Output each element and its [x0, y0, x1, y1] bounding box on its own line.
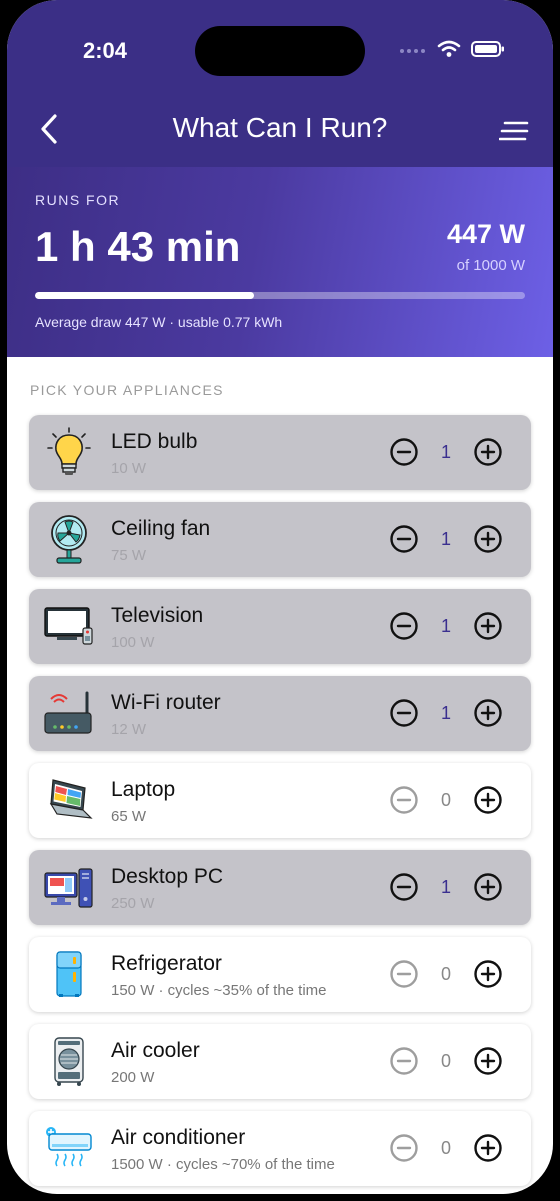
appliance-card-air-cooler[interactable]: Air cooler 200 W 0	[29, 1024, 531, 1099]
minus-circle-icon[interactable]	[389, 785, 419, 815]
appliance-watt: 1500 W · cycles ~70% of the time	[111, 1156, 335, 1173]
plus-circle-icon[interactable]	[473, 1046, 503, 1076]
menu-icon[interactable]	[499, 120, 529, 142]
appliance-list: LED bulb 10 W 1 Ceiling fan 75 W 1 Telev…	[29, 415, 531, 1194]
wifi-icon	[437, 40, 461, 57]
appliance-name: Desktop PC	[111, 865, 224, 888]
minus-circle-icon[interactable]	[389, 1046, 419, 1076]
quantity-stepper: 1	[389, 524, 503, 554]
runtime-value: 1 h 43 min	[35, 223, 241, 270]
runtime-summary-card: RUNS FOR 1 h 43 min 447 W of 1000 W Aver…	[7, 167, 553, 357]
plus-circle-icon[interactable]	[473, 698, 503, 728]
appliance-card-wifi-router[interactable]: Wi-Fi router 12 W 1	[29, 676, 531, 751]
plus-circle-icon[interactable]	[473, 611, 503, 641]
dynamic-island	[195, 26, 365, 76]
screen: 2:04 What Can I Run? RUNS FOR 1 h 43 min…	[7, 0, 553, 1194]
appliance-name: Television	[111, 604, 204, 627]
appliance-name: Wi-Fi router	[111, 691, 221, 714]
plus-circle-icon[interactable]	[473, 1133, 503, 1163]
appliance-watt: 200 W	[111, 1069, 155, 1086]
quantity-stepper: 0	[389, 959, 503, 989]
appliance-watt: 10 W	[111, 460, 147, 477]
quantity-value: 1	[440, 441, 451, 462]
runs-for-label: RUNS FOR	[35, 192, 121, 208]
page-title: What Can I Run?	[172, 112, 388, 143]
status-icons	[399, 40, 505, 58]
plus-circle-icon[interactable]	[473, 959, 503, 989]
battery-icon	[471, 41, 504, 57]
air-conditioner-icon	[46, 1127, 92, 1167]
appliance-watt: 75 W	[111, 547, 147, 564]
quantity-value: 1	[440, 528, 451, 549]
quantity-stepper: 1	[389, 698, 503, 728]
plus-circle-icon[interactable]	[473, 872, 503, 902]
fan-icon	[51, 515, 87, 564]
appliance-name: Air cooler	[111, 1039, 200, 1062]
app-header: 2:04 What Can I Run?	[7, 0, 553, 167]
minus-circle-icon[interactable]	[389, 959, 419, 989]
refrigerator-icon	[56, 951, 82, 997]
quantity-stepper: 1	[389, 872, 503, 902]
quantity-stepper: 1	[389, 437, 503, 467]
appliance-card-laptop[interactable]: Laptop 65 W 0	[29, 763, 531, 838]
tv-icon	[44, 607, 93, 645]
minus-circle-icon[interactable]	[389, 524, 419, 554]
phone-frame: 2:04 What Can I Run? RUNS FOR 1 h 43 min…	[0, 0, 560, 1201]
minus-circle-icon[interactable]	[389, 872, 419, 902]
appliance-watt: 65 W	[111, 808, 147, 825]
plus-circle-icon[interactable]	[473, 785, 503, 815]
average-draw-text: Average draw 447 W · usable 0.77 kWh	[35, 314, 283, 330]
bulb-icon	[47, 427, 91, 475]
quantity-stepper: 0	[389, 1046, 503, 1076]
appliance-watt: 100 W	[111, 634, 155, 651]
appliance-watt: 250 W	[111, 895, 155, 912]
appliance-name: Refrigerator	[111, 952, 222, 975]
router-icon	[44, 691, 92, 734]
total-watts: 447 W	[446, 219, 525, 249]
appliance-card-led-bulb[interactable]: LED bulb 10 W 1	[29, 415, 531, 490]
quantity-value: 0	[440, 789, 451, 810]
quantity-stepper: 1	[389, 611, 503, 641]
quantity-value: 0	[440, 1050, 451, 1071]
appliance-watt: 150 W · cycles ~35% of the time	[111, 982, 327, 999]
appliance-name: Laptop	[111, 778, 176, 801]
status-time: 2:04	[83, 38, 128, 63]
appliance-watt: 12 W	[111, 721, 147, 738]
appliance-card-air-conditioner[interactable]: Air conditioner 1500 W · cycles ~70% of …	[29, 1111, 531, 1186]
capacity-watts: of 1000 W	[456, 257, 525, 274]
minus-circle-icon[interactable]	[389, 698, 419, 728]
minus-circle-icon[interactable]	[389, 1133, 419, 1163]
plus-circle-icon[interactable]	[473, 524, 503, 554]
laptop-icon	[49, 779, 93, 819]
load-progress-bar	[35, 292, 525, 299]
appliance-name: Air conditioner	[111, 1126, 246, 1149]
quantity-stepper: 0	[389, 1133, 503, 1163]
appliance-card-ceiling-fan[interactable]: Ceiling fan 75 W 1	[29, 502, 531, 577]
quantity-stepper: 0	[389, 785, 503, 815]
appliance-card-refrigerator[interactable]: Refrigerator 150 W · cycles ~35% of the …	[29, 937, 531, 1012]
desktop-pc-icon	[44, 868, 93, 908]
load-progress-fill	[35, 292, 255, 299]
air-cooler-icon	[54, 1037, 84, 1086]
section-label: PICK YOUR APPLIANCES	[30, 382, 224, 398]
plus-circle-icon[interactable]	[473, 437, 503, 467]
quantity-value: 0	[440, 1137, 451, 1158]
cellular-signal-icon	[400, 49, 425, 53]
quantity-value: 1	[440, 702, 451, 723]
quantity-value: 0	[440, 963, 451, 984]
appliance-name: LED bulb	[111, 430, 198, 453]
minus-circle-icon[interactable]	[389, 437, 419, 467]
appliance-card-desktop-pc[interactable]: Desktop PC 250 W 1	[29, 850, 531, 925]
quantity-value: 1	[440, 876, 451, 897]
appliance-card-television[interactable]: Television 100 W 1	[29, 589, 531, 664]
appliance-name: Ceiling fan	[111, 517, 211, 540]
minus-circle-icon[interactable]	[389, 611, 419, 641]
quantity-value: 1	[440, 615, 451, 636]
